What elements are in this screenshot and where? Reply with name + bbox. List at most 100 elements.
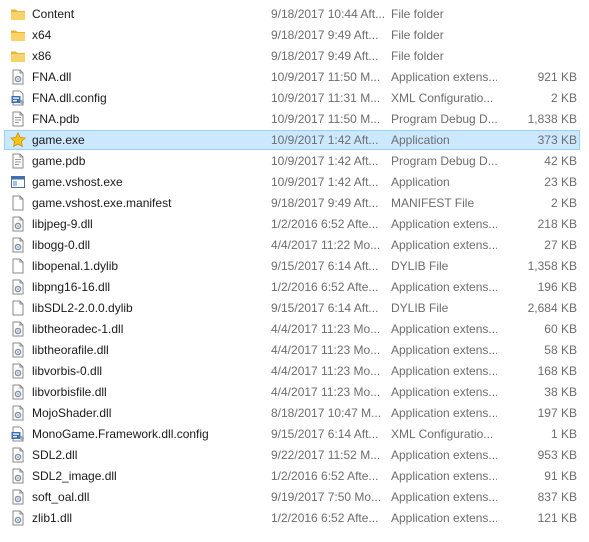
file-size: 121 KB [537, 511, 577, 525]
file-name: FNA.pdb [32, 112, 80, 126]
file-type: Program Debug D... [391, 154, 497, 168]
file-row[interactable]: x86 9/18/2017 9:49 Aft... File folder [4, 46, 580, 66]
file-row[interactable]: libjpeg-9.dll 1/2/2016 6:52 Afte... Applic… [4, 214, 580, 234]
file-row[interactable]: libSDL2-2.0.0.dylib 9/15/2017 6:14 Aft...… [4, 298, 580, 318]
file-name: game.vshost.exe.manifest [32, 196, 172, 210]
dll-icon [10, 468, 26, 484]
file-type: Application extens... [391, 469, 497, 483]
file-row[interactable]: game.vshost.exe.manifest 9/18/2017 9:49 A… [4, 193, 580, 213]
file-size: 2,684 KB [527, 301, 577, 315]
file-date-modified: 4/4/2017 11:23 Mo... [271, 322, 381, 336]
file-date-modified: 9/15/2017 6:14 Aft... [271, 301, 379, 315]
file-date-modified: 9/19/2017 7:50 Mo... [271, 490, 382, 504]
file-size: 837 KB [537, 490, 577, 504]
file-date-modified: 8/18/2017 10:47 M... [271, 406, 382, 420]
file-name: MonoGame.Framework.dll.config [32, 427, 209, 441]
dll-icon [10, 510, 26, 526]
file-date-modified: 1/2/2016 6:52 Afte... [271, 469, 379, 483]
file-row[interactable]: libogg-0.dll 4/4/2017 11:22 Mo... Applicat… [4, 235, 580, 255]
file-size: 218 KB [537, 217, 577, 231]
file-size: 42 KB [544, 154, 577, 168]
file-icon [10, 258, 26, 274]
file-row[interactable]: libtheorafile.dll 4/4/2017 11:23 Mo... App… [4, 340, 580, 360]
file-size: 1,838 KB [527, 112, 577, 126]
file-size: 27 KB [544, 238, 577, 252]
file-row[interactable]: SDL2.dll 9/22/2017 11:52 M... Application … [4, 445, 580, 465]
file-date-modified: 1/2/2016 6:52 Afte... [271, 217, 379, 231]
file-type: Application extens... [391, 511, 497, 525]
file-date-modified: 9/18/2017 10:44 Aft... [271, 7, 385, 21]
file-row[interactable]: libopenal.1.dylib 9/15/2017 6:14 Aft... DY… [4, 256, 580, 276]
file-date-modified: 9/18/2017 9:49 Aft... [271, 196, 379, 210]
file-date-modified: 4/4/2017 11:23 Mo... [271, 364, 381, 378]
file-type: Application [391, 175, 450, 189]
file-size: 2 KB [550, 91, 577, 105]
file-row[interactable]: x64 9/18/2017 9:49 Aft... File folder [4, 25, 580, 45]
file-size: 1,358 KB [527, 259, 577, 273]
file-row[interactable]: libvorbis-0.dll 4/4/2017 11:23 Mo... Appli… [4, 361, 580, 381]
file-row[interactable]: FNA.dll 10/9/2017 11:50 M... Application e… [4, 67, 580, 87]
file-type: Application extens... [391, 70, 497, 84]
file-name: libtheorafile.dll [32, 343, 109, 357]
dll-icon [10, 69, 26, 85]
dll-icon [10, 405, 26, 421]
file-row[interactable]: game.pdb 10/9/2017 1:42 Aft... Program Deb… [4, 151, 580, 171]
file-row[interactable]: MojoShader.dll 8/18/2017 10:47 M... Applic… [4, 403, 580, 423]
file-name: libopenal.1.dylib [32, 259, 119, 273]
file-type: Application extens... [391, 364, 497, 378]
exe-window-icon [10, 174, 26, 190]
file-row[interactable]: FNA.pdb 10/9/2017 11:50 M... Program Debug… [4, 109, 580, 129]
dll-icon [10, 363, 26, 379]
file-row[interactable]: libtheoradec-1.dll 4/4/2017 11:23 Mo... Ap… [4, 319, 580, 339]
file-name: MojoShader.dll [32, 406, 112, 420]
file-date-modified: 9/18/2017 9:49 Aft... [271, 49, 379, 63]
dll-icon [10, 321, 26, 337]
file-type: Application extens... [391, 406, 497, 420]
file-size: 168 KB [537, 364, 577, 378]
file-row[interactable]: libpng16-16.dll 1/2/2016 6:52 Afte... Appl… [4, 277, 580, 297]
file-row[interactable]: libvorbisfile.dll 4/4/2017 11:23 Mo... App… [4, 382, 580, 402]
file-type: File folder [391, 7, 444, 21]
file-date-modified: 4/4/2017 11:23 Mo... [271, 385, 381, 399]
file-name: libpng16-16.dll [32, 280, 111, 294]
file-icon [10, 195, 26, 211]
dll-icon [10, 384, 26, 400]
file-size: 373 KB [537, 133, 577, 147]
dll-icon [10, 279, 26, 295]
file-row[interactable]: FNA.dll.config 10/9/2017 11:31 M... XML Co… [4, 88, 580, 108]
file-size: 196 KB [537, 280, 577, 294]
file-type: Application extens... [391, 322, 497, 336]
file-row[interactable]: game.vshost.exe 10/9/2017 1:42 Aft... Appl… [4, 172, 580, 192]
file-date-modified: 4/4/2017 11:22 Mo... [271, 238, 381, 252]
file-name: libvorbisfile.dll [32, 385, 107, 399]
file-icon [10, 300, 26, 316]
file-type: Application extens... [391, 448, 497, 462]
file-date-modified: 9/18/2017 9:49 Aft... [271, 28, 379, 42]
file-row[interactable]: zlib1.dll 1/2/2016 6:52 Afte... Applicatio… [4, 508, 580, 528]
file-size [499, 47, 577, 65]
file-type: MANIFEST File [391, 196, 475, 210]
file-row[interactable]: MonoGame.Framework.dll.config 9/15/2017 6… [4, 424, 580, 444]
file-size: 23 KB [544, 175, 577, 189]
file-name: libjpeg-9.dll [32, 217, 93, 231]
file-row[interactable]: SDL2_image.dll 1/2/2016 6:52 Afte... Appli… [4, 466, 580, 486]
file-date-modified: 4/4/2017 11:23 Mo... [271, 343, 381, 357]
file-date-modified: 10/9/2017 11:50 M... [271, 70, 381, 84]
folder-icon [10, 6, 26, 22]
dll-icon [10, 216, 26, 232]
file-date-modified: 9/15/2017 6:14 Aft... [271, 427, 379, 441]
file-size [499, 5, 577, 23]
file-list: Content 9/18/2017 10:44 Aft... File folder… [0, 0, 589, 542]
file-row[interactable]: soft_oal.dll 9/19/2017 7:50 Mo... Applicat… [4, 487, 580, 507]
star-icon [9, 131, 27, 148]
file-date-modified: 9/22/2017 11:52 M... [271, 448, 381, 462]
file-name: libogg-0.dll [32, 238, 91, 252]
file-name: libvorbis-0.dll [32, 364, 103, 378]
file-row[interactable]: game.exe 10/9/2017 1:42 Aft... Application… [4, 130, 580, 150]
file-type: Application extens... [391, 490, 497, 504]
file-name: SDL2_image.dll [32, 469, 117, 483]
file-row[interactable]: Content 9/18/2017 10:44 Aft... File folder [4, 4, 580, 24]
dll-icon [10, 489, 26, 505]
file-size: 1 KB [550, 427, 577, 441]
file-date-modified: 10/9/2017 1:42 Aft... [271, 175, 379, 189]
